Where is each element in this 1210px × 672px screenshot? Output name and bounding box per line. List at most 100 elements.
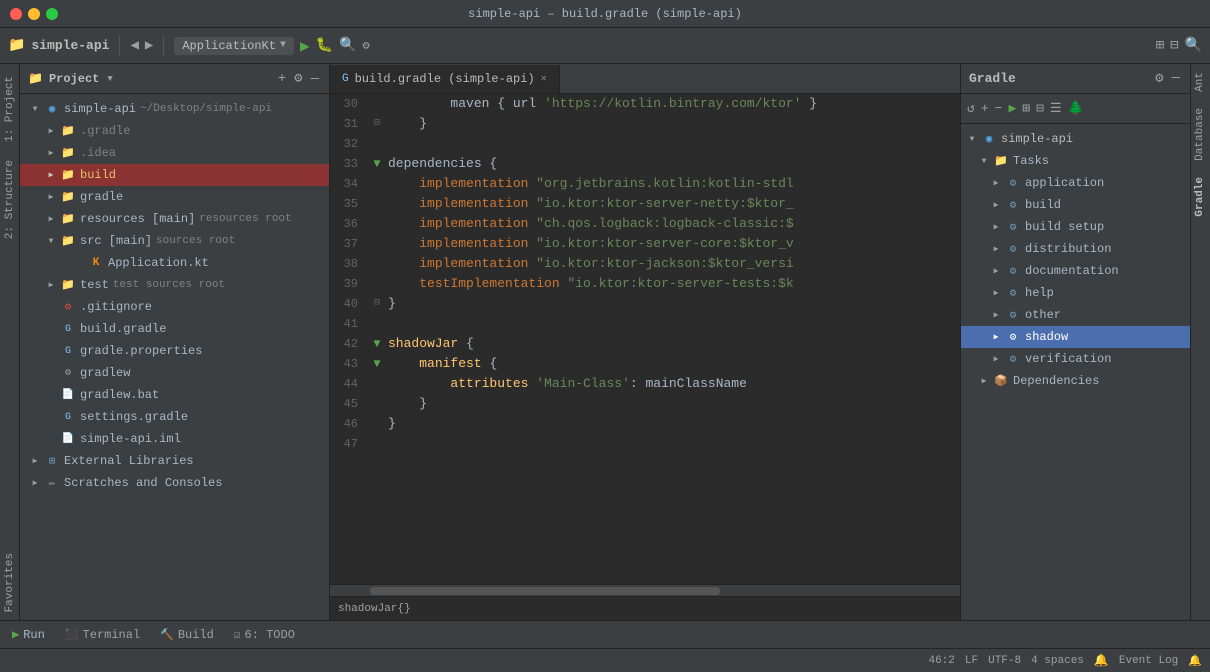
tree-item-gradlew[interactable]: ▶ ⚙ gradlew xyxy=(20,362,329,384)
run-config-name: ApplicationKt xyxy=(182,39,276,53)
gradle-item-tasks[interactable]: ▼ 📁 Tasks xyxy=(961,150,1190,172)
gradle-label: distribution xyxy=(1025,242,1111,256)
tab-project[interactable]: 1: Project xyxy=(2,68,18,150)
fold-button[interactable]: ▼ xyxy=(370,354,384,374)
code-line-33: 33 ▼ dependencies { xyxy=(330,154,960,174)
gradle-item-root[interactable]: ▼ ◉ simple-api xyxy=(961,128,1190,150)
tree-label: settings.gradle xyxy=(80,410,188,424)
tab-structure[interactable]: 2: Structure xyxy=(2,152,18,247)
encoding[interactable]: UTF-8 xyxy=(988,655,1021,667)
gradle-item-shadow[interactable]: ▶ ⚙ shadow xyxy=(961,326,1190,348)
coverage-button[interactable]: 🔍 xyxy=(339,37,356,54)
run-button[interactable]: ▶ xyxy=(300,36,310,56)
close-button[interactable] xyxy=(10,8,22,20)
fold-button[interactable]: ⊟ xyxy=(370,294,384,314)
nav-back[interactable]: ◀ xyxy=(130,37,138,54)
gradle-side-tab[interactable]: Gradle xyxy=(1191,169,1210,225)
gradle-expand-icon[interactable]: ⊞ xyxy=(1020,99,1032,118)
tab-build[interactable]: 🔨 Build xyxy=(152,624,222,646)
gradle-item-dependencies[interactable]: ▶ 📦 Dependencies xyxy=(961,370,1190,392)
tab-build-gradle[interactable]: G build.gradle (simple-api) ✕ xyxy=(330,65,560,93)
tree-suffix: resources root xyxy=(199,213,291,225)
project-header: 📁 Project ▼ + ⚙ — xyxy=(20,64,329,94)
gradle-run-icon[interactable]: ▶ xyxy=(1006,99,1018,118)
gradle-item-application[interactable]: ▶ ⚙ application xyxy=(961,172,1190,194)
gradle-item-distribution[interactable]: ▶ ⚙ distribution xyxy=(961,238,1190,260)
tree-item-build-gradle[interactable]: ▶ G build.gradle xyxy=(20,318,329,340)
tree-item-appkt[interactable]: ▶ K Application.kt xyxy=(20,252,329,274)
tree-item-resources[interactable]: ▶ 📁 resources [main] resources root xyxy=(20,208,329,230)
layout-button[interactable]: ⊞ xyxy=(1156,37,1164,54)
gradle-refresh-icon[interactable]: ↺ xyxy=(965,99,977,118)
nav-forward[interactable]: ▶ xyxy=(145,37,153,54)
ant-tab[interactable]: Ant xyxy=(1191,64,1210,100)
tree-item-idea-dir[interactable]: ▶ 📁 .idea xyxy=(20,142,329,164)
expand-arrow: ▶ xyxy=(977,374,991,388)
tab-todo[interactable]: ☑ 6: TODO xyxy=(226,624,303,646)
horizontal-scrollbar[interactable] xyxy=(330,584,960,596)
project-panel: 📁 Project ▼ + ⚙ — ▼ ◉ simple-api ~/Deskt… xyxy=(20,64,330,620)
line-number: 34 xyxy=(330,174,370,194)
gradle-item-build[interactable]: ▶ ⚙ build xyxy=(961,194,1190,216)
close-panel-icon[interactable]: — xyxy=(309,69,321,89)
event-log-label[interactable]: Event Log xyxy=(1119,655,1178,667)
fold-button[interactable]: ⊟ xyxy=(370,114,384,134)
line-content: implementation "org.jetbrains.kotlin:kot… xyxy=(384,174,960,194)
gradle-list-icon[interactable]: ☰ xyxy=(1048,99,1064,118)
settings-icon[interactable]: ⚙ xyxy=(292,68,304,89)
gradle-minus-icon[interactable]: − xyxy=(993,99,1005,118)
kotlin-file-icon: K xyxy=(88,255,104,271)
line-ending[interactable]: LF xyxy=(965,655,978,667)
tree-item-gradle[interactable]: ▶ 📁 gradle xyxy=(20,186,329,208)
database-tab[interactable]: Database xyxy=(1191,100,1210,169)
toolbar-more[interactable]: ⚙ xyxy=(362,38,369,53)
tree-item-gitignore[interactable]: ▶ ⊘ .gitignore xyxy=(20,296,329,318)
fold-button[interactable]: ▼ xyxy=(370,334,384,354)
minimize-button[interactable] xyxy=(28,8,40,20)
tree-item-gradle-dir[interactable]: ▶ 📁 .gradle xyxy=(20,120,329,142)
expand-arrow: ▶ xyxy=(44,190,58,204)
tree-item-build[interactable]: ▶ 📁 build xyxy=(20,164,329,186)
tree-item-scratches[interactable]: ▶ ✏ Scratches and Consoles xyxy=(20,472,329,494)
tree-item-settings-gradle[interactable]: ▶ G settings.gradle xyxy=(20,406,329,428)
gradle-collapse-icon[interactable]: ⊟ xyxy=(1034,99,1046,118)
gradle-add-icon[interactable]: + xyxy=(979,99,991,118)
scrollbar-thumb[interactable] xyxy=(370,587,720,595)
line-number: 47 xyxy=(330,434,370,454)
indent-info[interactable]: 4 spaces xyxy=(1031,655,1084,667)
gradle-item-other[interactable]: ▶ ⚙ other xyxy=(961,304,1190,326)
tree-item-gradlew-bat[interactable]: ▶ 📄 gradlew.bat xyxy=(20,384,329,406)
gradle-item-verification[interactable]: ▶ ⚙ verification xyxy=(961,348,1190,370)
line-number: 42 xyxy=(330,334,370,354)
run-config-dropdown[interactable]: ApplicationKt ▼ xyxy=(174,37,294,55)
line-content: testImplementation "io.ktor:ktor-server-… xyxy=(384,274,960,294)
tab-terminal[interactable]: ⬛ Terminal xyxy=(57,624,148,646)
gradle-item-documentation[interactable]: ▶ ⚙ documentation xyxy=(961,260,1190,282)
gradle-settings-icon[interactable]: ⚙ xyxy=(1153,68,1165,89)
tab-close-icon[interactable]: ✕ xyxy=(541,73,547,85)
tree-item-test[interactable]: ▶ 📁 test test sources root xyxy=(20,274,329,296)
add-icon[interactable]: + xyxy=(276,69,288,89)
editor-scroll-area[interactable]: 30 maven { url 'https://kotlin.bintray.c… xyxy=(330,94,960,584)
search-button[interactable]: 🔍 xyxy=(1185,37,1202,54)
tree-item-src[interactable]: ▼ 📁 src [main] sources root xyxy=(20,230,329,252)
gradle-label: build setup xyxy=(1025,220,1104,234)
gradle-item-help[interactable]: ▶ ⚙ help xyxy=(961,282,1190,304)
tree-item-iml[interactable]: ▶ 📄 simple-api.iml xyxy=(20,428,329,450)
split-button[interactable]: ⊟ xyxy=(1170,37,1178,54)
debug-button[interactable]: 🐛 xyxy=(316,37,333,54)
expand-arrow: ▶ xyxy=(989,286,1003,300)
tree-item-gradle-props[interactable]: ▶ G gradle.properties xyxy=(20,340,329,362)
tab-favorites[interactable]: Favorites xyxy=(2,545,18,620)
folder-icon: 📁 xyxy=(60,145,76,161)
gradle-tree-icon[interactable]: 🌲 xyxy=(1066,99,1086,118)
gradle-close-icon[interactable]: — xyxy=(1170,68,1182,89)
task-folder-icon: ⚙ xyxy=(1005,329,1021,345)
gradle-item-build-setup[interactable]: ▶ ⚙ build setup xyxy=(961,216,1190,238)
maximize-button[interactable] xyxy=(46,8,58,20)
todo-icon: ☑ xyxy=(234,628,241,642)
tab-run[interactable]: ▶ Run xyxy=(4,623,53,646)
fold-button[interactable]: ▼ xyxy=(370,154,384,174)
tree-item-ext-libs[interactable]: ▶ ⊞ External Libraries xyxy=(20,450,329,472)
tree-item-root[interactable]: ▼ ◉ simple-api ~/Desktop/simple-api xyxy=(20,98,329,120)
